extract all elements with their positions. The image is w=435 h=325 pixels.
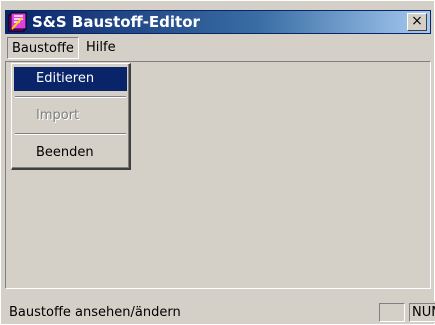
app-window: S&S Baustoff-Editor × Baustoffe Hilfe Ed… xyxy=(0,0,435,325)
menu-bar: Baustoffe Hilfe xyxy=(5,37,431,59)
menu-hilfe[interactable]: Hilfe xyxy=(82,37,120,59)
status-pane-empty xyxy=(379,303,405,322)
baustoffe-dropdown-menu: Editieren Import Beenden xyxy=(11,63,131,170)
title-bar[interactable]: S&S Baustoff-Editor × xyxy=(5,10,431,34)
menu-separator xyxy=(15,133,126,135)
menu-item-beenden[interactable]: Beenden xyxy=(14,141,127,165)
status-pane-num: NUM xyxy=(409,303,435,322)
menu-separator xyxy=(15,96,126,98)
window-title: S&S Baustoff-Editor xyxy=(32,13,200,31)
status-bar: Baustoffe ansehen/ändern NUM xyxy=(5,301,435,323)
menu-item-editieren[interactable]: Editieren xyxy=(14,67,127,91)
close-icon: × xyxy=(411,13,423,29)
menu-item-import[interactable]: Import xyxy=(14,104,127,128)
app-book-icon[interactable] xyxy=(8,12,28,32)
menu-baustoffe[interactable]: Baustoffe xyxy=(7,37,79,59)
close-button[interactable]: × xyxy=(407,13,427,31)
status-text: Baustoffe ansehen/ändern xyxy=(9,305,181,320)
